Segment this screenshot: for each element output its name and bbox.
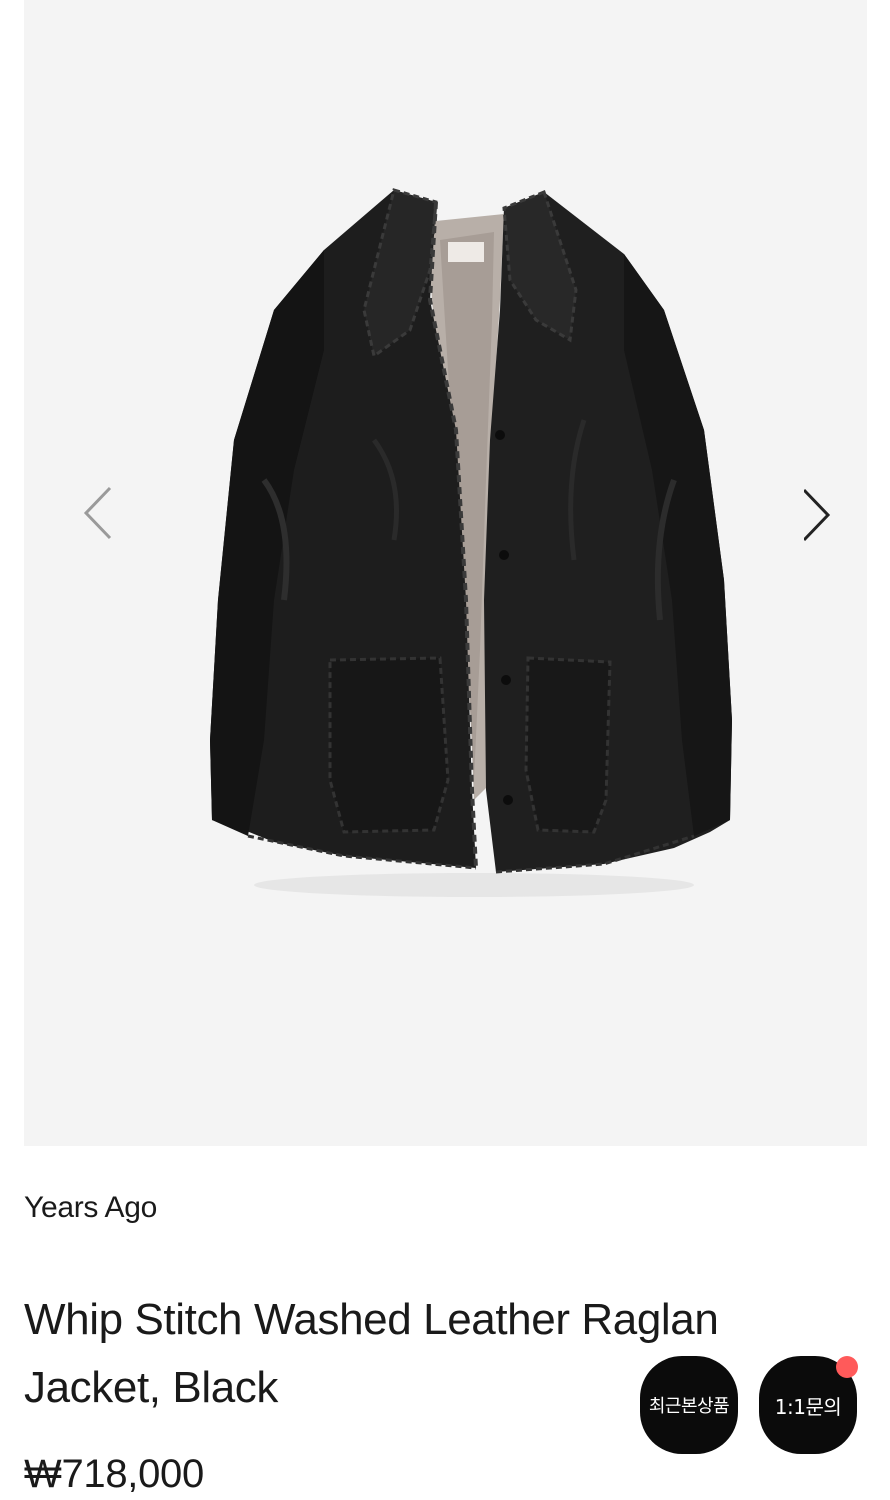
chevron-right-icon: [804, 478, 864, 548]
product-image: [204, 180, 734, 900]
chevron-left-icon: [64, 478, 124, 548]
recently-viewed-button[interactable]: 최근본상품: [640, 1356, 738, 1454]
notification-dot: [836, 1356, 858, 1378]
gallery-next-button[interactable]: [804, 478, 864, 548]
product-image-gallery[interactable]: [24, 0, 867, 1146]
gallery-prev-button[interactable]: [64, 478, 124, 548]
product-price: ₩718,000: [24, 1452, 204, 1496]
brand-name[interactable]: Years Ago: [24, 1191, 157, 1225]
